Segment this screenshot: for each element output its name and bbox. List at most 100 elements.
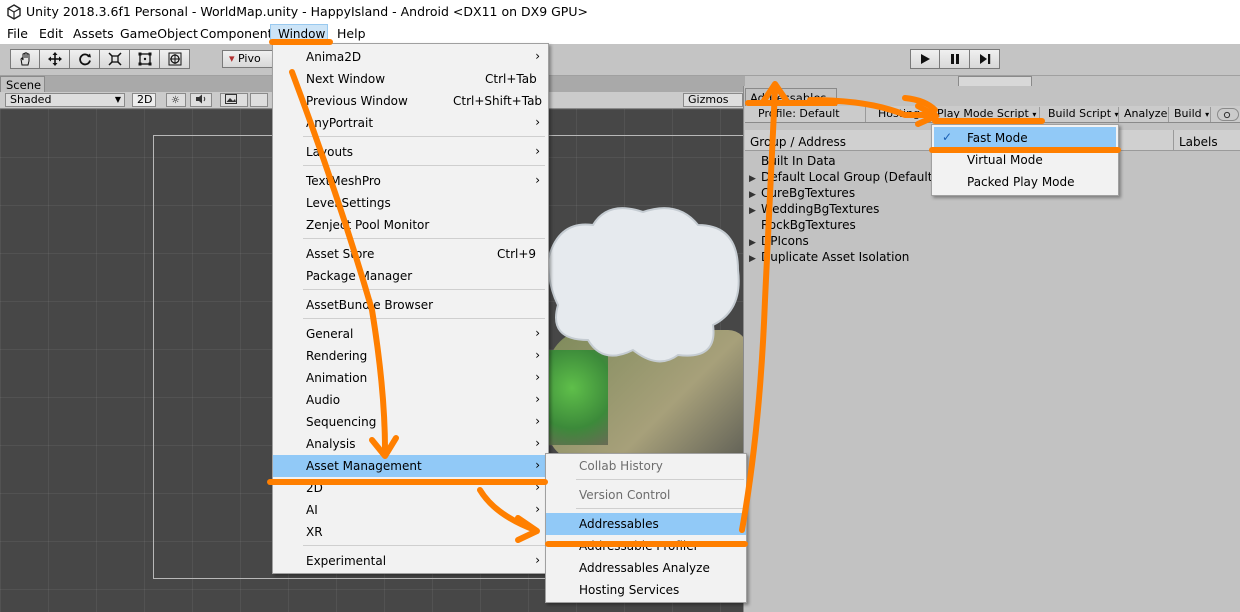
menu-item-2d[interactable]: 2D › <box>273 477 548 499</box>
audio-toggle[interactable] <box>190 93 212 107</box>
menu-item-layouts[interactable]: Layouts › <box>273 141 548 163</box>
menu-item-textmeshpro[interactable]: TextMeshPro › <box>273 170 548 192</box>
build-script-label: Build Script <box>1048 107 1112 120</box>
menu-item-addressable-profiler[interactable]: Addressable Profiler <box>546 535 746 557</box>
tab-scene[interactable]: Scene <box>0 76 45 93</box>
play-mode-script-label: Play Mode Script <box>937 107 1029 120</box>
menu-item-level-settings[interactable]: Level Settings <box>273 192 548 214</box>
menu-item-addressables-analyze[interactable]: Addressables Analyze <box>546 557 746 579</box>
menu-help[interactable]: Help <box>337 26 366 41</box>
hidden-toggle[interactable] <box>250 93 268 107</box>
group-address-column[interactable]: Group / Address <box>750 135 846 149</box>
chevron-right-icon: › <box>535 458 540 472</box>
shading-mode-dropdown[interactable]: Shaded ▼ <box>5 93 125 107</box>
chevron-right-icon: › <box>535 553 540 567</box>
play-mode-script-dropdown[interactable]: Play Mode Script ▾ <box>932 107 1040 122</box>
build-script-dropdown[interactable]: Build Script ▾ <box>1043 107 1119 122</box>
menu-item-virtual-mode[interactable]: Virtual Mode <box>934 149 1116 171</box>
labels-column[interactable]: Labels <box>1179 135 1218 149</box>
menu-window[interactable]: Window <box>270 24 328 44</box>
gizmos-label: Gizmos <box>688 93 729 106</box>
menu-item-asset-management[interactable]: Asset Management › <box>273 455 548 477</box>
lighting-toggle[interactable]: ☼ <box>166 93 186 107</box>
menu-item-audio[interactable]: Audio › <box>273 389 548 411</box>
build-dropdown[interactable]: Build ▾ <box>1169 107 1211 122</box>
gizmos-dropdown[interactable]: Gizmos <box>683 93 743 107</box>
menu-item-fast-mode[interactable]: ✓ Fast Mode <box>934 127 1116 149</box>
search-field[interactable] <box>1217 108 1239 121</box>
asset-management-submenu: Collab History Version Control Addressab… <box>545 453 747 603</box>
sun-icon: ☼ <box>171 95 180 106</box>
menu-item-next-window[interactable]: Next Window Ctrl+Tab <box>273 68 548 90</box>
main-toolbar: ▾ Pivo <box>0 44 1240 88</box>
scale-icon <box>107 52 122 66</box>
group-row[interactable]: ▶ Duplicate Asset Isolation <box>749 250 909 266</box>
step-icon <box>979 54 990 64</box>
build-label: Build <box>1174 107 1202 120</box>
expand-arrow-icon[interactable]: ▶ <box>749 190 761 200</box>
menu-item-sequencing[interactable]: Sequencing › <box>273 411 548 433</box>
group-row[interactable]: ▶ CureBgTextures <box>749 186 855 202</box>
rect-tool-button[interactable] <box>130 49 160 69</box>
menu-item-analysis[interactable]: Analysis › <box>273 433 548 455</box>
expand-arrow-icon[interactable]: ▶ <box>749 254 761 264</box>
menu-item-asset-store[interactable]: Asset Store Ctrl+9 <box>273 243 548 265</box>
menu-component[interactable]: Component <box>200 26 273 41</box>
menu-item-general[interactable]: General › <box>273 323 548 345</box>
menu-item-experimental[interactable]: Experimental › <box>273 550 548 572</box>
expand-arrow-icon[interactable]: ▶ <box>749 206 761 216</box>
chevron-right-icon: › <box>535 436 540 450</box>
rotate-icon <box>78 53 91 66</box>
group-row[interactable]: ▶ WeddingBgTextures <box>749 202 879 218</box>
menu-assets[interactable]: Assets <box>73 26 114 41</box>
hosting-button[interactable]: Hosting <box>873 107 931 122</box>
move-tool-button[interactable] <box>40 49 70 69</box>
menu-edit[interactable]: Edit <box>39 26 63 41</box>
pivot-icon: ▾ <box>229 52 235 65</box>
transform-icon <box>168 52 181 66</box>
pivot-label: Pivo <box>238 52 261 65</box>
speaker-icon <box>196 94 206 104</box>
chevron-right-icon: › <box>535 370 540 384</box>
transform-tool-button[interactable] <box>160 49 190 69</box>
group-row[interactable]: RockBgTextures <box>749 218 856 234</box>
menu-item-rendering[interactable]: Rendering › <box>273 345 548 367</box>
menu-gameobject[interactable]: GameObject <box>120 26 198 41</box>
menu-item-xr[interactable]: XR › <box>273 521 548 543</box>
group-row[interactable]: Built In Data <box>749 154 836 170</box>
group-row[interactable]: ▶ DPIcons <box>749 234 809 250</box>
menu-item-zenject-pool-monitor[interactable]: Zenject Pool Monitor <box>273 214 548 236</box>
menu-item-previous-window[interactable]: Previous Window Ctrl+Shift+Tab <box>273 90 548 112</box>
rotate-tool-button[interactable] <box>70 49 100 69</box>
mode-2d-toggle[interactable]: 2D <box>132 93 156 107</box>
transform-tools <box>10 49 190 69</box>
menu-item-addressables[interactable]: Addressables <box>546 513 746 535</box>
menu-item-package-manager[interactable]: Package Manager <box>273 265 548 287</box>
expand-arrow-icon[interactable]: ▶ <box>749 238 761 248</box>
menu-item-packed-play-mode[interactable]: Packed Play Mode <box>934 171 1116 193</box>
menu-item-anima2d[interactable]: Anima2D › <box>273 46 548 68</box>
tab-addressables[interactable]: Addressables <box>745 88 837 106</box>
scale-tool-button[interactable] <box>100 49 130 69</box>
menu-item-hosting-services[interactable]: Hosting Services <box>546 579 746 601</box>
menu-item-animation[interactable]: Animation › <box>273 367 548 389</box>
profile-dropdown[interactable]: Profile: Default <box>753 107 866 122</box>
menu-item-anyportrait[interactable]: AnyPortrait › <box>273 112 548 134</box>
menu-item-ai[interactable]: AI › <box>273 499 548 521</box>
hand-tool-button[interactable] <box>10 49 40 69</box>
pivot-toggle-button[interactable]: ▾ Pivo <box>222 50 274 68</box>
play-icon <box>921 54 930 64</box>
step-button[interactable] <box>970 49 1000 69</box>
analyze-button[interactable]: Analyze <box>1119 107 1169 122</box>
menu-file[interactable]: File <box>7 26 28 41</box>
expand-arrow-icon[interactable]: ▶ <box>749 174 761 184</box>
play-button[interactable] <box>910 49 940 69</box>
chevron-right-icon: › <box>535 144 540 158</box>
effects-dropdown[interactable] <box>220 93 248 107</box>
chevron-right-icon: › <box>535 480 540 494</box>
pause-button[interactable] <box>940 49 970 69</box>
menu-item-assetbundle-browser[interactable]: AssetBundle Browser <box>273 294 548 316</box>
group-row[interactable]: ▶ Default Local Group (Default) <box>749 170 937 186</box>
menu-item-collab-history: Collab History <box>579 459 663 473</box>
chevron-right-icon: › <box>535 392 540 406</box>
